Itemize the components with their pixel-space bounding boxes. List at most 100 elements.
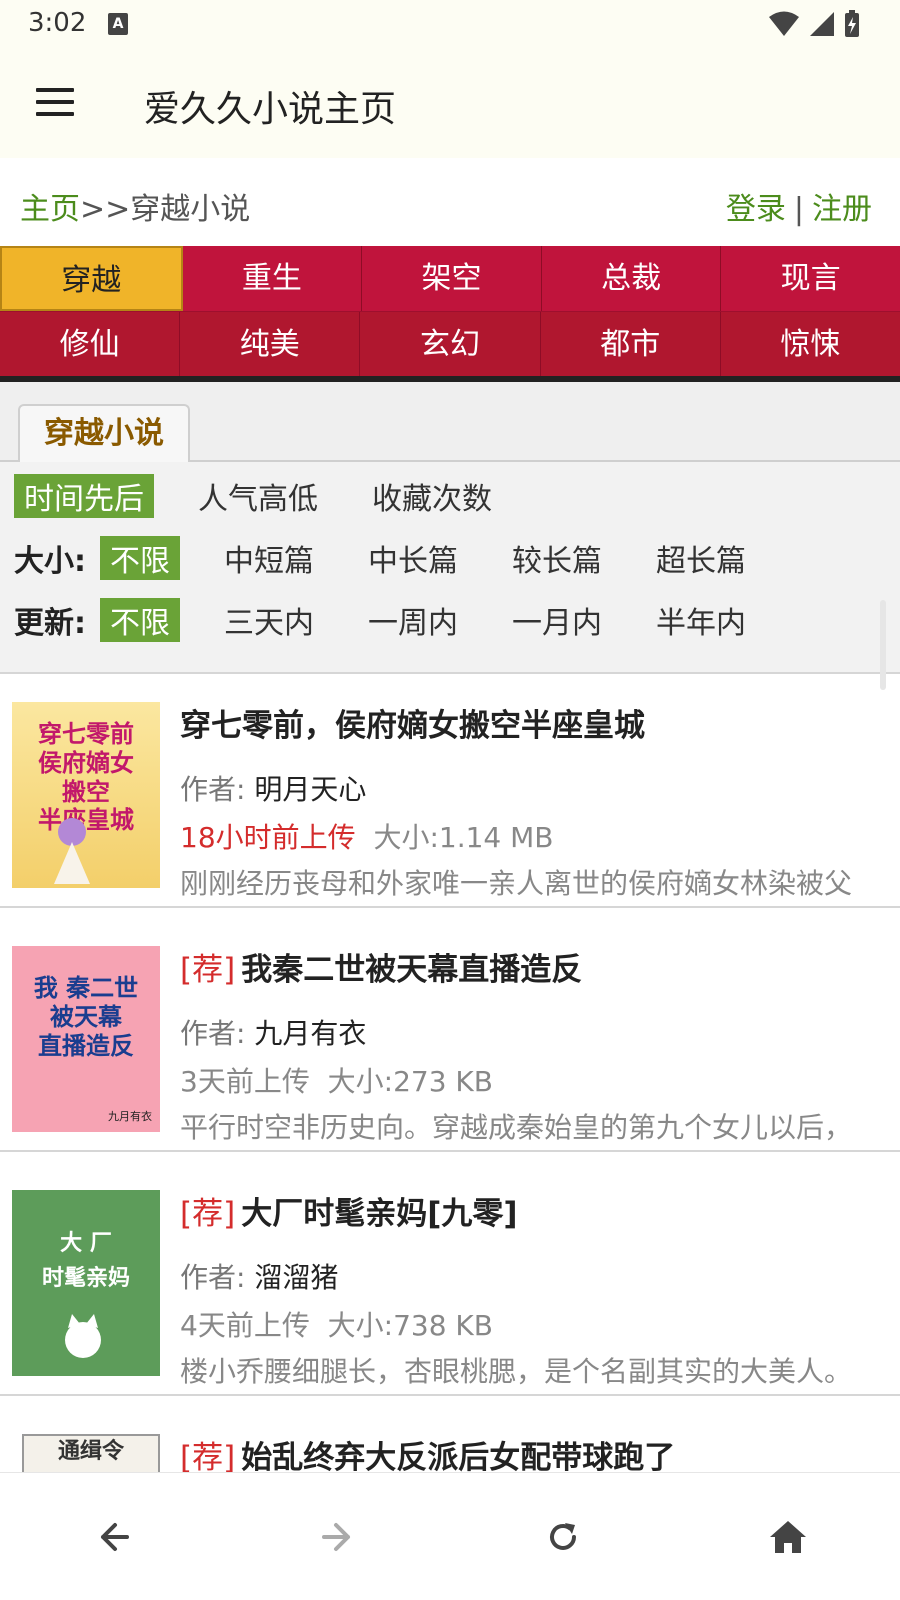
accessibility-notification-icon: A — [108, 13, 128, 35]
category-xuanhuan[interactable]: 玄幻 — [360, 312, 541, 376]
status-icons — [768, 10, 860, 38]
book-title-text: 始乱终弃大反派后女配带球跑了 — [241, 1440, 676, 1476]
size-medium-option[interactable]: 中长篇 — [358, 536, 468, 580]
category-jiakong[interactable]: 架空 — [362, 246, 542, 311]
sort-time-option[interactable]: 时间先后 — [14, 474, 154, 518]
category-xiuxian[interactable]: 修仙 — [0, 312, 181, 376]
battery-icon — [845, 10, 859, 37]
breadcrumb-home-link[interactable]: 主页 — [20, 192, 80, 227]
breadcrumb-separator: >> — [80, 192, 131, 227]
breadcrumb-row: 主页>>穿越小说 登录 | 注册 — [0, 158, 900, 246]
book-list-item[interactable]: 我 秦二世 被天幕 直播造反 九月有衣 [荐] 我秦二世被天幕直播造反 作者: 九… — [0, 924, 900, 1152]
wifi-icon — [769, 11, 799, 36]
book-title-text: 穿七零前，侯府嫡女搬空半座皇城 — [180, 708, 645, 744]
recommend-tag: [荐] — [180, 952, 236, 988]
arrow-left-icon — [100, 1522, 129, 1551]
register-link[interactable]: 注册 — [812, 192, 872, 227]
login-link[interactable]: 登录 — [726, 192, 786, 227]
update-halfyear-option[interactable]: 半年内 — [646, 598, 756, 642]
book-title-text: 大厂时髦亲妈[九零] — [241, 1196, 518, 1232]
scrollbar[interactable] — [880, 600, 886, 690]
back-button[interactable] — [83, 1507, 143, 1567]
size-short-option[interactable]: 中短篇 — [214, 536, 324, 580]
sort-row: 时间先后 人气高低 收藏次数 — [14, 474, 536, 518]
update-filter-label: 更新: — [14, 606, 86, 641]
book-author: 作者: 溜溜猪 — [180, 1256, 338, 1296]
category-dushi[interactable]: 都市 — [541, 312, 721, 376]
update-month-option[interactable]: 一月内 — [502, 598, 612, 642]
size-extra-long-option[interactable]: 超长篇 — [646, 536, 756, 580]
refresh-button[interactable] — [533, 1507, 593, 1567]
update-3days-option[interactable]: 三天内 — [214, 598, 324, 642]
category-jingsong[interactable]: 惊悚 — [721, 312, 900, 376]
forward-button[interactable] — [308, 1507, 368, 1567]
category-zongcai[interactable]: 总裁 — [542, 246, 722, 311]
status-time: 3:02 — [28, 8, 87, 38]
file-size: 大小:273 KB — [327, 1065, 493, 1098]
update-any-option[interactable]: 不限 — [100, 598, 180, 642]
sort-favorites-option[interactable]: 收藏次数 — [362, 474, 502, 518]
book-meta: 18小时前上传 大小:1.14 MB — [180, 816, 554, 856]
author-label: 作者: — [180, 773, 246, 806]
category-grid: 穿越 重生 架空 总裁 现言 修仙 纯美 玄幻 都市 惊悚 — [0, 246, 900, 382]
app-bar: 爱久久小说主页 — [0, 52, 900, 158]
category-chunmei[interactable]: 纯美 — [180, 312, 361, 376]
tab-strip: 穿越小说 — [0, 382, 900, 464]
cover-title: 通缉令 — [57, 1438, 124, 1464]
sort-popularity-option[interactable]: 人气高低 — [188, 474, 328, 518]
category-row: 修仙 纯美 玄幻 都市 惊悚 — [0, 311, 900, 376]
author-name[interactable]: 溜溜猪 — [254, 1261, 338, 1294]
book-author: 作者: 九月有衣 — [180, 1012, 366, 1052]
category-row: 穿越 重生 架空 总裁 现言 — [0, 246, 900, 311]
book-description: 刚刚经历丧母和外家唯一亲人离世的侯府嫡女林染被父 — [180, 867, 853, 900]
cover-illustration-icon — [54, 818, 90, 884]
upload-time: 18小时前上传 — [180, 821, 356, 854]
file-size: 大小:1.14 MB — [373, 821, 554, 854]
auth-divider: | — [793, 192, 804, 227]
book-cover[interactable]: 大 厂 时髦亲妈 — [12, 1190, 160, 1376]
book-cover[interactable]: 我 秦二世 被天幕 直播造反 九月有衣 — [12, 946, 160, 1132]
size-filter-label: 大小: — [14, 544, 86, 579]
book-list-item[interactable]: 大 厂 时髦亲妈 [荐] 大厂时髦亲妈[九零] 作者: 溜溜猪 4天前上传 大小:… — [0, 1168, 900, 1396]
home-icon — [769, 1520, 806, 1553]
update-filter-row: 更新: 不限 三天内 一周内 一月内 半年内 — [14, 598, 790, 642]
author-name[interactable]: 九月有衣 — [254, 1017, 366, 1050]
book-meta: 3天前上传 大小:273 KB — [180, 1060, 493, 1100]
book-author: 作者: 明月天心 — [180, 768, 366, 808]
book-title[interactable]: [荐] 始乱终弃大反派后女配带球跑了 — [180, 1432, 675, 1477]
book-cover[interactable]: 穿七零前 侯府嫡女 搬空 半座皇城 — [12, 702, 160, 888]
category-chuanyue[interactable]: 穿越 — [0, 246, 183, 311]
size-filter-row: 大小: 不限 中短篇 中长篇 较长篇 超长篇 — [14, 536, 790, 580]
recommend-tag: [荐] — [180, 1196, 236, 1232]
upload-time: 4天前上传 — [180, 1309, 310, 1342]
signal-icon — [810, 12, 834, 36]
recommend-tag: [荐] — [180, 1440, 236, 1476]
author-label: 作者: — [180, 1261, 246, 1294]
home-button[interactable] — [758, 1507, 818, 1567]
category-chongsheng[interactable]: 重生 — [183, 246, 363, 311]
cover-title: 大 厂 时髦亲妈 — [41, 1230, 130, 1292]
refresh-icon — [549, 1522, 576, 1550]
breadcrumb: 主页>>穿越小说 — [20, 184, 250, 228]
size-any-option[interactable]: 不限 — [100, 536, 180, 580]
arrow-right-icon — [321, 1522, 350, 1551]
file-size: 大小:738 KB — [327, 1309, 493, 1342]
update-week-option[interactable]: 一周内 — [358, 598, 468, 642]
book-description: 楼小乔腰细腿长，杏眼桃腮，是个名副其实的大美人。 — [180, 1355, 853, 1388]
hamburger-menu-icon[interactable] — [36, 88, 76, 118]
cover-title: 我 秦二世 被天幕 直播造反 — [33, 973, 139, 1060]
book-title[interactable]: [荐] 我秦二世被天幕直播造反 — [180, 944, 582, 989]
breadcrumb-current: 穿越小说 — [130, 192, 251, 227]
author-name[interactable]: 明月天心 — [254, 773, 366, 806]
tab-chuanyue-novels[interactable]: 穿越小说 — [18, 404, 190, 464]
book-list-item[interactable]: 穿七零前 侯府嫡女 搬空 半座皇城 穿七零前，侯府嫡女搬空半座皇城 作者: 明月… — [0, 680, 900, 908]
bottom-nav-bar — [0, 1472, 900, 1600]
auth-links: 登录 | 注册 — [726, 184, 872, 228]
book-description: 平行时空非历史向。穿越成秦始皇的第九个女儿以后， — [180, 1111, 853, 1144]
book-title[interactable]: [荐] 大厂时髦亲妈[九零] — [180, 1188, 518, 1233]
book-title[interactable]: 穿七零前，侯府嫡女搬空半座皇城 — [180, 700, 645, 745]
category-xianyan[interactable]: 现言 — [721, 246, 900, 311]
upload-time: 3天前上传 — [180, 1065, 310, 1098]
size-long-option[interactable]: 较长篇 — [502, 536, 612, 580]
status-bar: 3:02 A — [0, 0, 900, 52]
